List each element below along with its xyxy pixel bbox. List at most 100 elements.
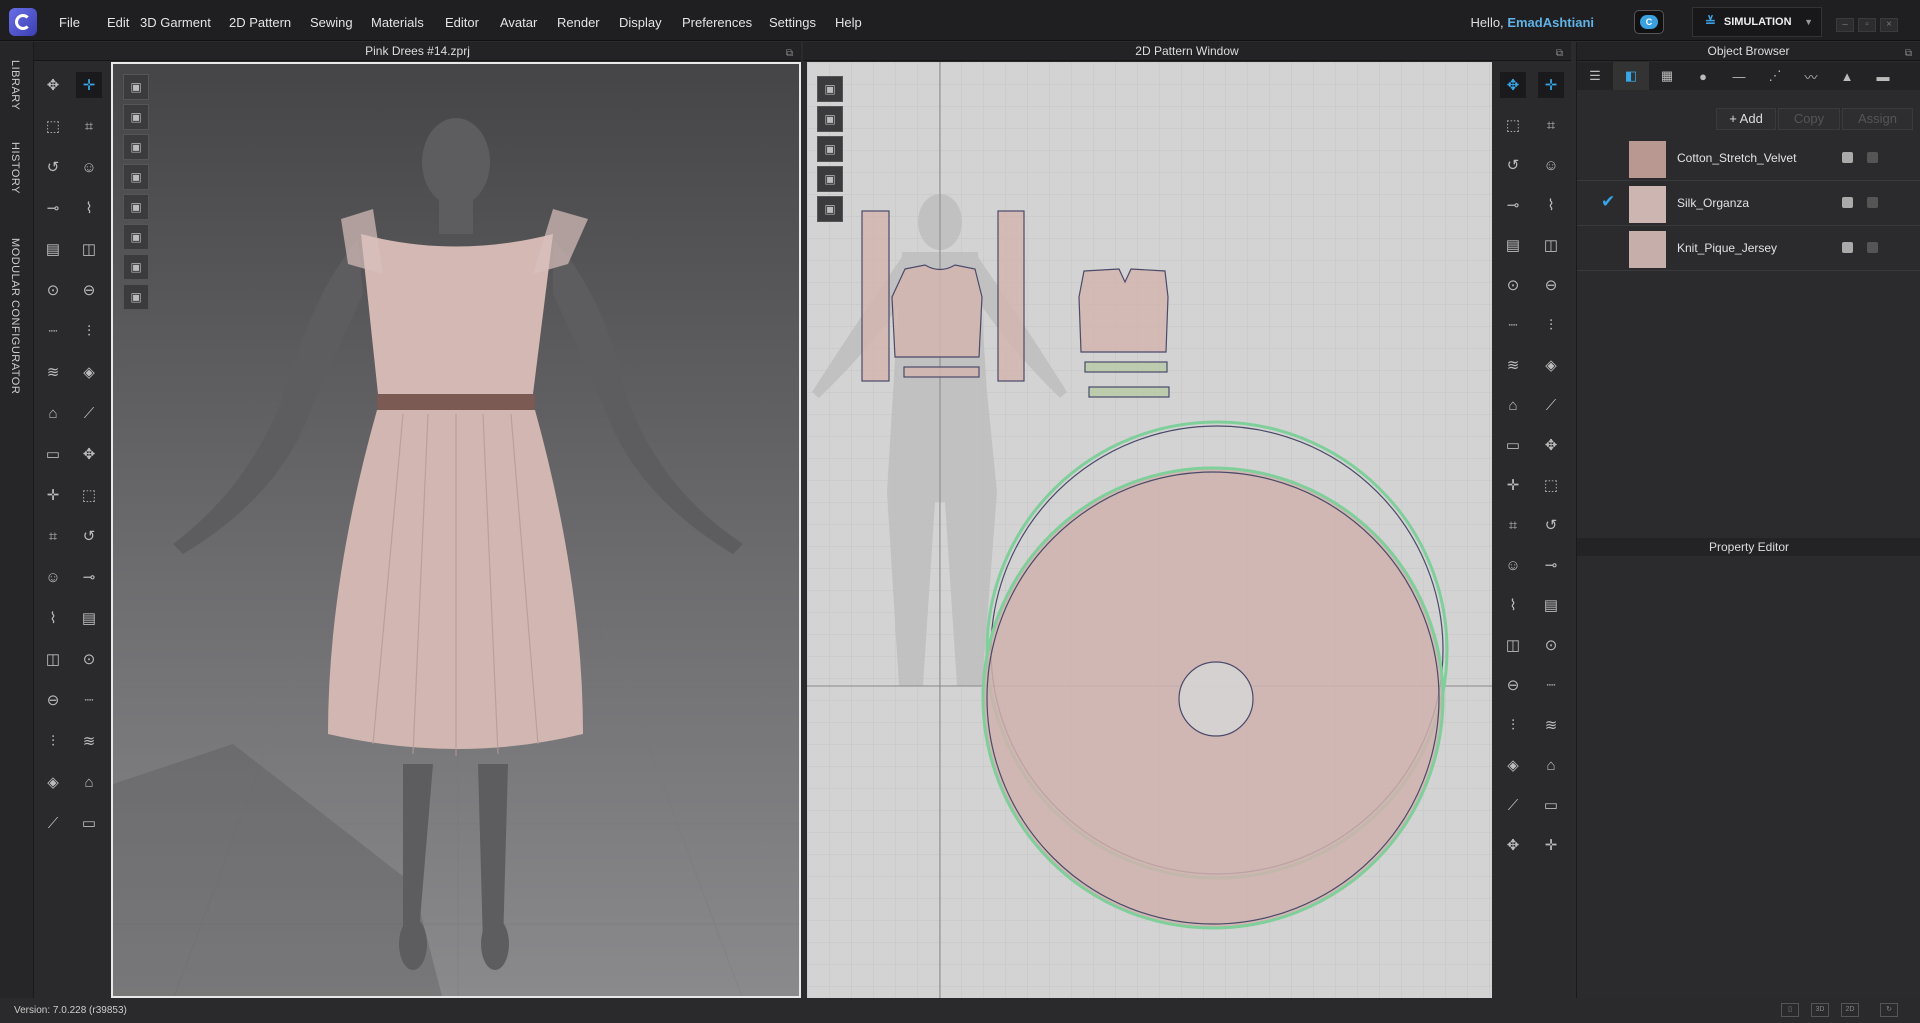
strengthen-icon[interactable]: ▤ bbox=[76, 605, 102, 631]
material-item[interactable]: Cotton_Stretch_Velvet bbox=[1577, 136, 1920, 181]
tab-graphic-icon[interactable]: ▦ bbox=[1649, 62, 1685, 90]
dart-icon[interactable]: ⊸ bbox=[1500, 192, 1526, 218]
apply-material-icon[interactable] bbox=[1842, 152, 1853, 163]
reset-2d-icon[interactable]: ↺ bbox=[40, 154, 66, 180]
shrinkage-icon[interactable]: ◫ bbox=[40, 646, 66, 672]
notch-icon[interactable]: ⊙ bbox=[1500, 272, 1526, 298]
avatar-display-icon[interactable]: ▣ bbox=[123, 74, 149, 100]
fitting-icon[interactable]: ⌂ bbox=[76, 769, 102, 795]
pin-icon[interactable]: ⊸ bbox=[76, 564, 102, 590]
add-button[interactable]: + Add bbox=[1716, 108, 1776, 130]
segment-sewing-icon[interactable]: ▤ bbox=[1538, 592, 1564, 618]
refresh-button[interactable]: ↻ bbox=[1880, 1003, 1898, 1017]
fold-icon[interactable]: ◫ bbox=[1538, 232, 1564, 258]
tab-list-icon[interactable]: ☰ bbox=[1577, 62, 1613, 90]
buttonhole-icon[interactable]: ⊖ bbox=[40, 687, 66, 713]
iron-icon[interactable]: ⟋ bbox=[1538, 392, 1564, 418]
thickness-icon[interactable]: ▣ bbox=[123, 224, 149, 250]
avatar-view-icon[interactable]: ▣ bbox=[123, 254, 149, 280]
fabric-render-icon[interactable]: ▣ bbox=[123, 194, 149, 220]
tuck-icon[interactable]: ⌇ bbox=[76, 195, 102, 221]
zipper-icon[interactable]: ⫶ bbox=[76, 318, 102, 344]
menu-materials[interactable]: Materials bbox=[371, 15, 424, 30]
edit-pattern-icon[interactable]: ✛ bbox=[1538, 72, 1564, 98]
text-icon[interactable]: ┈ bbox=[1500, 312, 1526, 338]
tape-icon[interactable]: ⌂ bbox=[1538, 752, 1564, 778]
move-icon[interactable]: ✛ bbox=[40, 482, 66, 508]
topstitch-icon[interactable]: ┈ bbox=[40, 318, 66, 344]
mode-selector[interactable]: ≚ SIMULATION ▼ bbox=[1692, 7, 1822, 37]
material-item[interactable]: ✔ Silk_Organza bbox=[1577, 181, 1920, 226]
menu-avatar[interactable]: Avatar bbox=[500, 15, 537, 30]
avatar-skin-icon[interactable]: ▣ bbox=[123, 164, 149, 190]
info-icon[interactable]: ▣ bbox=[817, 136, 843, 162]
transform-pattern-icon[interactable]: ✥ bbox=[40, 72, 66, 98]
menu-edit[interactable]: Edit bbox=[107, 15, 129, 30]
viewport-3d[interactable]: ▣ ▣ ▣ ▣ ▣ ▣ ▣ ▣ bbox=[111, 62, 801, 998]
polygon-icon[interactable]: ⌗ bbox=[1538, 112, 1564, 138]
avatar-arrange-icon[interactable]: ☺ bbox=[40, 564, 66, 590]
garment-display-icon[interactable]: ▣ bbox=[123, 104, 149, 130]
material-item[interactable]: Knit_Pique_Jersey bbox=[1577, 226, 1920, 271]
view-3d-button[interactable]: 3D bbox=[1811, 1003, 1829, 1017]
grid-icon[interactable]: ≋ bbox=[1500, 352, 1526, 378]
avatar-silhouette-icon[interactable]: ▣ bbox=[817, 106, 843, 132]
grid-icon[interactable]: ◈ bbox=[1500, 752, 1526, 778]
button-icon[interactable]: ⊙ bbox=[40, 277, 66, 303]
free-sewing-icon[interactable]: ▤ bbox=[1500, 232, 1526, 258]
puckering-icon[interactable]: ✥ bbox=[1500, 832, 1526, 858]
reset-2d-icon[interactable]: ↺ bbox=[76, 523, 102, 549]
pattern-window-canvas[interactable]: ▣ ▣ ▣ ▣ ▣ bbox=[807, 62, 1492, 998]
zipper-icon[interactable]: ⫶ bbox=[40, 728, 66, 754]
menu-render[interactable]: Render bbox=[557, 15, 600, 30]
tape-icon[interactable]: ▭ bbox=[76, 810, 102, 836]
apply-material-icon[interactable] bbox=[1842, 197, 1853, 208]
zipper-icon[interactable]: ⟋ bbox=[1500, 792, 1526, 818]
popout-icon[interactable]: ⧉ bbox=[1905, 44, 1912, 63]
tab-zipper-icon[interactable]: 〰 bbox=[1793, 62, 1829, 90]
global-view-icon[interactable]: ▣ bbox=[123, 284, 149, 310]
tuck-icon[interactable]: ⌇ bbox=[40, 605, 66, 631]
minimize-button[interactable]: – bbox=[1836, 18, 1854, 32]
menu-settings[interactable]: Settings bbox=[769, 15, 816, 30]
topstitch-icon[interactable]: ┈ bbox=[76, 687, 102, 713]
menu-3d-garment[interactable]: 3D Garment bbox=[140, 15, 211, 30]
zipper-icon[interactable]: ⌂ bbox=[1500, 392, 1526, 418]
tape-icon[interactable]: ▭ bbox=[40, 441, 66, 467]
cloud-button[interactable]: C bbox=[1634, 10, 1664, 34]
layers-icon[interactable]: ▣ bbox=[817, 166, 843, 192]
menu-sewing[interactable]: Sewing bbox=[310, 15, 353, 30]
rectangle-icon[interactable]: ↺ bbox=[1500, 152, 1526, 178]
buttonhole-icon[interactable]: ⊖ bbox=[76, 277, 102, 303]
rectangle-icon[interactable]: ☺ bbox=[1500, 552, 1526, 578]
avatar-arrange-icon[interactable]: ☺ bbox=[76, 154, 102, 180]
duplicate-material-icon[interactable] bbox=[1867, 242, 1878, 253]
texture-icon[interactable]: ▣ bbox=[123, 134, 149, 160]
free-sewing-icon[interactable]: ◫ bbox=[1500, 632, 1526, 658]
menu-preferences[interactable]: Preferences bbox=[682, 15, 752, 30]
duplicate-material-icon[interactable] bbox=[1867, 197, 1878, 208]
tape-icon[interactable]: ◈ bbox=[1538, 352, 1564, 378]
menu-file[interactable]: File bbox=[59, 15, 80, 30]
iron-icon[interactable]: ▭ bbox=[1538, 792, 1564, 818]
polygon-icon[interactable]: ↺ bbox=[1538, 512, 1564, 538]
select-mesh-icon[interactable]: ⬚ bbox=[40, 113, 66, 139]
transform-icon[interactable]: ⬚ bbox=[1500, 112, 1526, 138]
baseline-icon[interactable]: ⫶ bbox=[1538, 312, 1564, 338]
puckering-icon[interactable]: ▭ bbox=[1500, 432, 1526, 458]
transform-pattern-icon[interactable]: ✥ bbox=[76, 441, 102, 467]
trim-icon[interactable]: ✥ bbox=[1538, 432, 1564, 458]
tab-modular-configurator[interactable]: MODULAR CONFIGURATOR bbox=[9, 238, 21, 394]
strengthen-icon[interactable]: ▤ bbox=[40, 236, 66, 262]
puckering-icon[interactable]: ≋ bbox=[76, 728, 102, 754]
tab-library[interactable]: LIBRARY bbox=[9, 60, 21, 110]
trim-icon[interactable]: ◈ bbox=[76, 359, 102, 385]
pattern-display-icon[interactable]: ▣ bbox=[817, 76, 843, 102]
user-name[interactable]: EmadAshtiani bbox=[1507, 15, 1594, 30]
sewing-icon[interactable]: ⟋ bbox=[76, 400, 102, 426]
trim-icon[interactable]: ◈ bbox=[40, 769, 66, 795]
button-icon[interactable]: ⊙ bbox=[76, 646, 102, 672]
tab-fabric-icon[interactable]: ◧ bbox=[1613, 62, 1649, 90]
dart-icon[interactable]: ⌇ bbox=[1500, 592, 1526, 618]
duplicate-material-icon[interactable] bbox=[1867, 152, 1878, 163]
